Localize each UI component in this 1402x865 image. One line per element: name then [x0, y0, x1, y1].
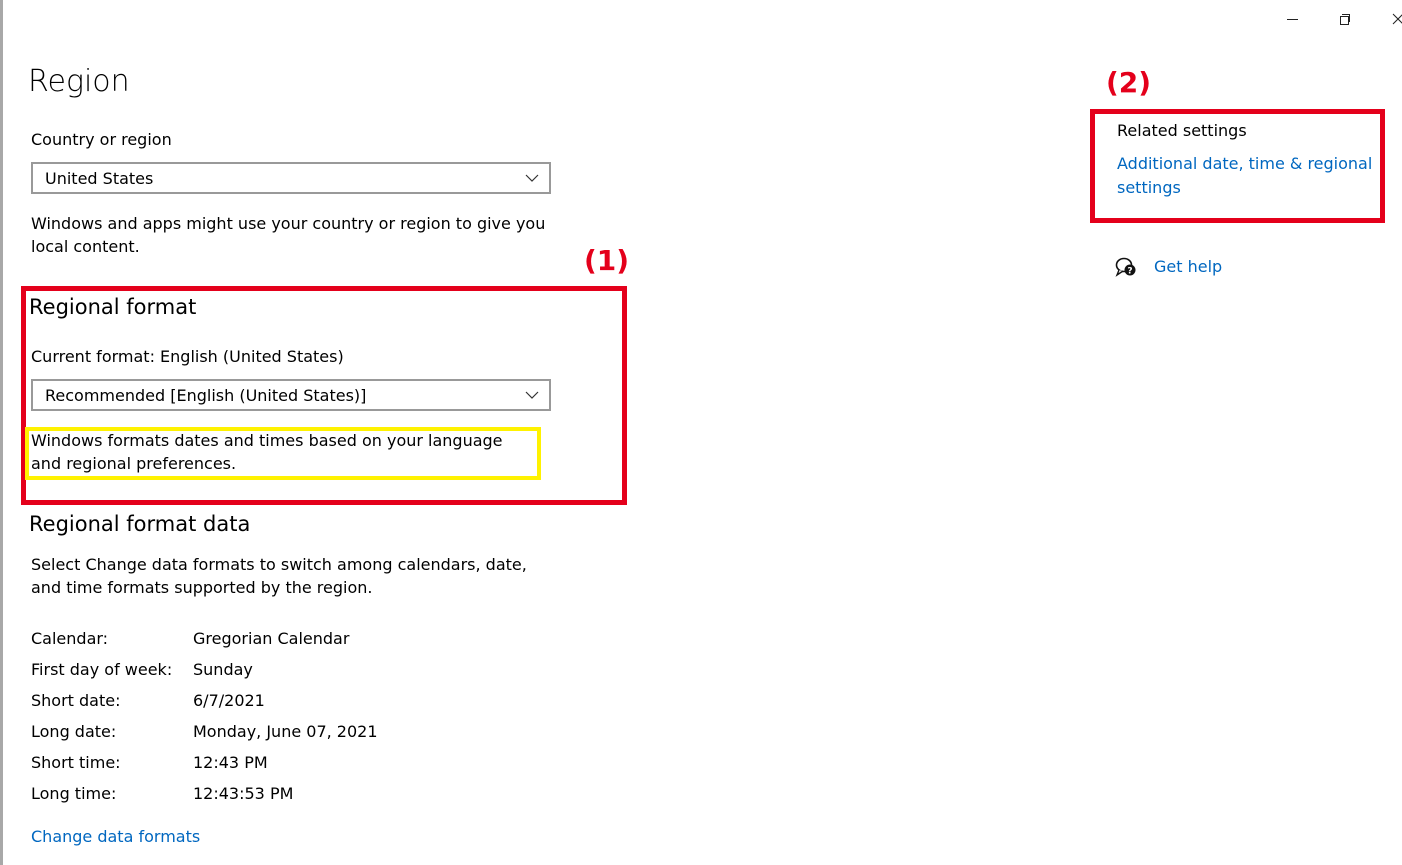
data-row-key: Short date: — [31, 691, 121, 710]
data-row-value: Gregorian Calendar — [193, 629, 350, 648]
minimize-icon — [1286, 18, 1298, 20]
data-row-key: Calendar: — [31, 629, 109, 648]
restore-button[interactable] — [1325, 6, 1365, 32]
regional-format-data-title: Regional format data — [29, 512, 251, 536]
close-icon — [1392, 13, 1402, 25]
help-chat-icon: ? — [1115, 257, 1136, 277]
data-row-value: 12:43:53 PM — [193, 784, 294, 803]
get-help-link[interactable]: Get help — [1154, 257, 1222, 276]
annotation-tag-1: (1) — [584, 244, 630, 277]
data-row-value: 12:43 PM — [193, 753, 268, 772]
data-row-key: Short time: — [31, 753, 121, 772]
regional-format-select-value: Recommended [English (United States)] — [45, 386, 367, 405]
country-select[interactable]: United States — [31, 162, 551, 194]
chevron-down-icon — [525, 174, 539, 182]
close-button[interactable] — [1378, 6, 1402, 32]
minimize-button[interactable] — [1272, 6, 1312, 32]
annotation-tag-2: (2) — [1106, 66, 1152, 99]
data-row-value: 6/7/2021 — [193, 691, 265, 710]
regional-format-description: Windows formats dates and times based on… — [31, 431, 503, 473]
page-title: Region — [28, 64, 130, 99]
related-settings-title: Related settings — [1117, 121, 1247, 140]
country-label: Country or region — [31, 130, 172, 149]
svg-text:?: ? — [1127, 267, 1132, 277]
current-format-label: Current format: English (United States) — [31, 347, 344, 366]
country-description: Windows and apps might use your country … — [31, 214, 546, 256]
data-row-value: Sunday — [193, 660, 253, 679]
data-row-value: Monday, June 07, 2021 — [193, 722, 378, 741]
regional-format-select[interactable]: Recommended [English (United States)] — [31, 379, 551, 411]
data-row-key: Long date: — [31, 722, 117, 741]
regional-format-data-description: Select Change data formats to switch amo… — [31, 555, 527, 597]
chevron-down-icon — [525, 391, 539, 399]
data-row-key: Long time: — [31, 784, 117, 803]
country-select-value: United States — [45, 169, 154, 188]
region-settings-window: Region Country or region United States W… — [0, 0, 1402, 865]
data-row-key: First day of week: — [31, 660, 173, 679]
additional-settings-link[interactable]: Additional date, time & regional setting… — [1117, 152, 1377, 200]
restore-icon — [1339, 13, 1351, 25]
regional-format-title: Regional format — [29, 295, 197, 319]
window-left-border — [0, 0, 3, 865]
change-data-formats-link[interactable]: Change data formats — [31, 827, 200, 846]
